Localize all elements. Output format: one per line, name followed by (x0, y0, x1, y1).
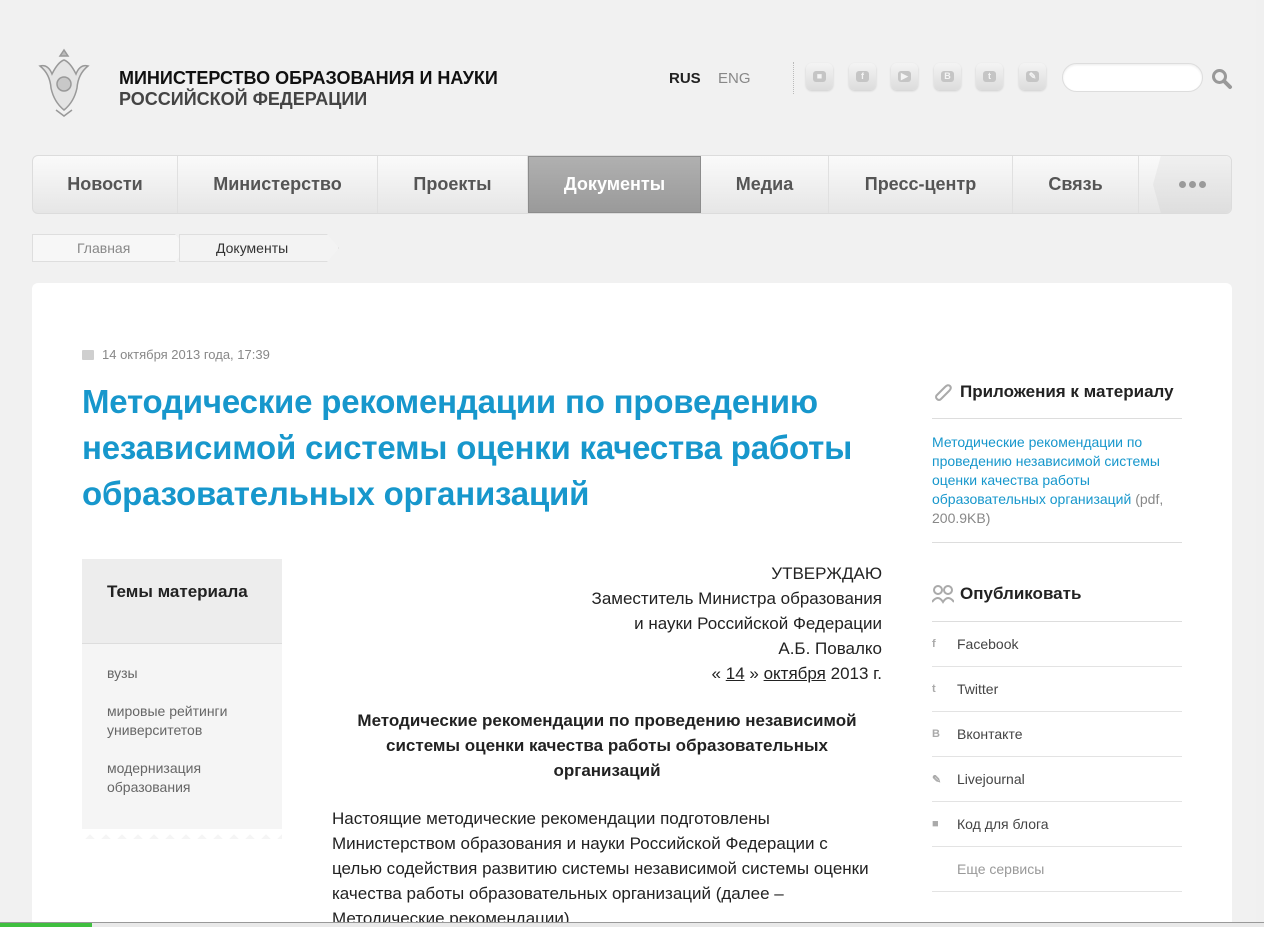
share-twitter[interactable]: t Twitter (932, 667, 1182, 712)
share-label: Facebook (957, 636, 1019, 652)
topic-link[interactable]: вузы (107, 664, 257, 683)
main-nav: Новости Министерство Проекты Документы М… (32, 155, 1232, 214)
share-livejournal[interactable]: ✎ Livejournal (932, 757, 1182, 802)
nav-item-media[interactable]: Медиа (701, 156, 829, 213)
status-bar (0, 922, 1264, 927)
breadcrumb: Главная Документы (32, 234, 339, 262)
topic-link[interactable]: модернизация образования (107, 759, 257, 797)
attachments-heading-text: Приложения к материалу (960, 382, 1174, 401)
nav-item-projects[interactable]: Проекты (378, 156, 528, 213)
ministry-name-line2: РОССИЙСКОЙ ФЕДЕРАЦИИ (119, 89, 368, 109)
header-divider (793, 62, 794, 94)
approval-line: А.Б. Повалко (778, 639, 882, 658)
approval-month: октября (763, 664, 826, 683)
approval-year: 2013 г. (830, 664, 882, 683)
attachment-link[interactable]: Методические рекомендации по проведению … (932, 434, 1160, 507)
zigzag-edge (82, 829, 282, 839)
ministry-emblem-logo[interactable] (36, 44, 92, 120)
share-list: f Facebook t Twitter B Вконтакте ✎ Livejourn… (932, 622, 1182, 892)
nav-item-contact[interactable]: Связь (1013, 156, 1139, 213)
nav-item-ministry[interactable]: Министерство (178, 156, 378, 213)
chat-icon[interactable]: ■ (806, 63, 833, 90)
attachments-heading: Приложения к материалу (932, 379, 1182, 405)
approval-block: УТВЕРЖДАЮ Заместитель Министра образован… (432, 561, 882, 686)
share-label: Код для блога (957, 816, 1049, 832)
lang-rus-link[interactable]: RUS (669, 70, 701, 87)
share-vkontakte[interactable]: B Вконтакте (932, 712, 1182, 757)
livejournal-icon: ✎ (932, 773, 942, 786)
nav-more-button[interactable] (1153, 156, 1231, 213)
calendar-icon (82, 349, 94, 360)
attachment-item: Методические рекомендации по проведению … (932, 433, 1182, 543)
nav-item-documents[interactable]: Документы (528, 156, 701, 213)
scrollbar[interactable] (1256, 0, 1264, 927)
share-more-label: Еще сервисы (957, 861, 1045, 877)
share-facebook[interactable]: f Facebook (932, 622, 1182, 667)
page-title: Методические рекомендации по проведению … (82, 383, 853, 512)
share-label: Twitter (957, 681, 999, 697)
approval-day: 14 (725, 664, 745, 683)
facebook-icon[interactable]: f (849, 63, 876, 90)
vkontakte-icon: B (932, 728, 940, 740)
approval-date: « 14 » октября 2013 г. (432, 661, 882, 686)
article-date-text: 14 октября 2013 года, 17:39 (102, 347, 270, 362)
article-date: 14 октября 2013 года, 17:39 (82, 347, 270, 362)
vkontakte-icon[interactable]: B (934, 63, 961, 90)
lang-eng-link[interactable]: ENG (718, 70, 751, 87)
nav-item-press-center[interactable]: Пресс-центр (829, 156, 1013, 213)
share-blog-code[interactable]: ■ Код для блога (932, 802, 1182, 847)
livejournal-icon[interactable]: ✎ (1019, 63, 1046, 90)
approval-line: и науки Российской Федерации (634, 614, 882, 633)
ministry-name[interactable]: МИНИСТЕРСТВО ОБРАЗОВАНИЯ И НАУКИ РОССИЙС… (119, 68, 498, 110)
facebook-icon: f (932, 638, 936, 650)
approval-line: Заместитель Министра образования (591, 589, 882, 608)
publish-heading-text: Опубликовать (960, 584, 1082, 603)
share-label: Livejournal (957, 771, 1025, 787)
publish-heading: Опубликовать (932, 581, 1182, 607)
share-label: Вконтакте (957, 726, 1023, 742)
sidebar: Приложения к материалу Методические реко… (932, 379, 1182, 892)
topic-link[interactable]: мировые рейтинги университетов (107, 702, 257, 740)
more-dots-icon (1178, 181, 1206, 188)
people-icon (932, 585, 954, 604)
content-panel: 14 октября 2013 года, 17:39 Методические… (32, 283, 1232, 927)
approval-line: УТВЕРЖДАЮ (771, 564, 882, 583)
search-input[interactable] (1062, 63, 1203, 92)
search-icon[interactable] (1211, 68, 1233, 90)
video-icon[interactable]: ▶ (891, 63, 918, 90)
ministry-name-line1: МИНИСТЕРСТВО ОБРАЗОВАНИЯ И НАУКИ (119, 68, 498, 88)
document-title: Методические рекомендации по проведению … (357, 711, 857, 780)
share-more[interactable]: Еще сервисы (932, 847, 1182, 892)
quote-close: » (749, 664, 759, 683)
twitter-icon: t (932, 683, 936, 695)
nav-item-news[interactable]: Новости (33, 156, 178, 213)
divider (932, 418, 1182, 419)
topics-box: Темы материала вузы мировые рейтинги уни… (82, 559, 282, 839)
twitter-icon[interactable]: t (976, 63, 1003, 90)
breadcrumb-home[interactable]: Главная (32, 234, 187, 262)
article-paragraph: Настоящие методические рекомендации подг… (332, 809, 869, 927)
quote-open: « (711, 664, 721, 683)
paperclip-icon (935, 384, 952, 401)
status-progress (0, 922, 92, 927)
breadcrumb-current: Документы (179, 234, 339, 262)
chat-icon: ■ (932, 818, 939, 830)
topics-heading: Темы материала (82, 559, 282, 644)
